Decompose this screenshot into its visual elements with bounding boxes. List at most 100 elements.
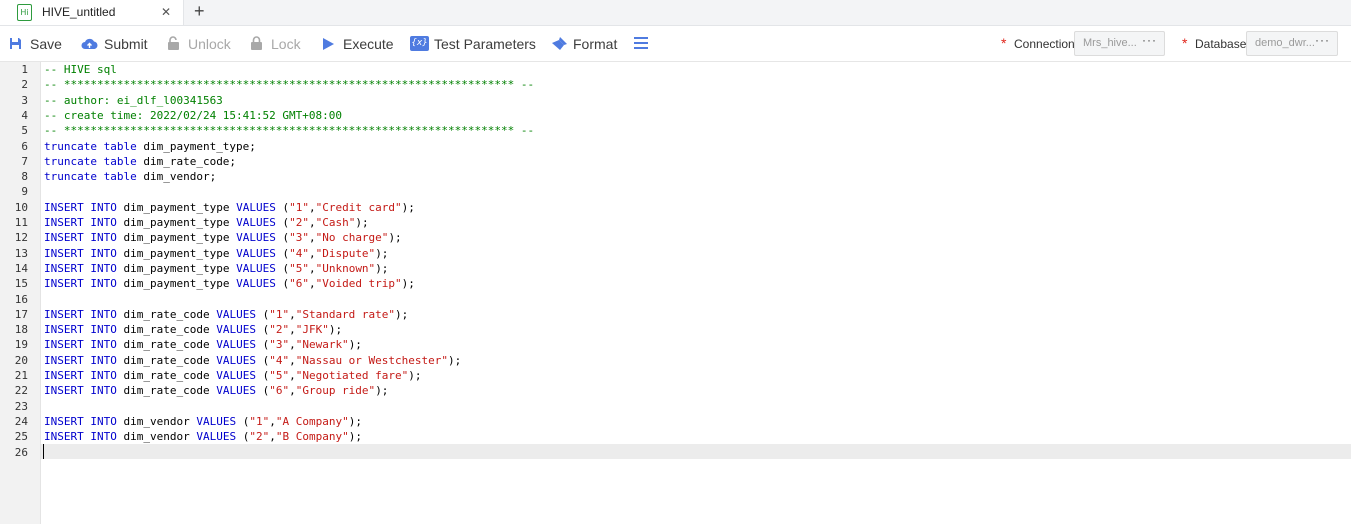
unlock-label: Unlock [188, 36, 231, 52]
code-token: , [289, 338, 296, 352]
line-number: 1 [21, 63, 28, 76]
code-token: ); [388, 231, 402, 245]
code-token: "Unknown" [315, 261, 376, 275]
code-token: ); [355, 216, 369, 229]
code-token: ); [401, 200, 415, 214]
code-line[interactable]: INSERT INTO dim_payment_type VALUES ("3"… [44, 231, 402, 244]
code-line[interactable]: truncate table dim_payment_type; [44, 140, 256, 153]
code-line[interactable]: INSERT INTO dim_rate_code VALUES ("2","J… [44, 323, 342, 336]
more-icon[interactable]: ··· [1142, 33, 1157, 47]
code-line[interactable]: truncate table dim_rate_code; [44, 155, 236, 168]
menu-icon[interactable] [634, 37, 648, 52]
code-line[interactable]: -- author: ei_dlf_l00341563 [44, 94, 223, 107]
code-line[interactable]: INSERT INTO dim_payment_type VALUES ("4"… [44, 247, 388, 260]
code-token: "1" [249, 414, 270, 428]
code-token: VALUES [216, 338, 256, 352]
code-token: dim_payment_type [116, 200, 237, 214]
code-token: "3" [289, 231, 309, 245]
cloud-upload-icon [81, 38, 98, 49]
code-token: dim_payment_type [116, 231, 237, 245]
code-token: VALUES [216, 323, 256, 337]
code-token: ); [395, 307, 409, 321]
code-token: INSERT INTO [44, 384, 117, 398]
database-select[interactable]: demo_dwr... ··· [1246, 31, 1338, 56]
code-token: ); [375, 384, 389, 398]
code-token: "Credit card" [315, 200, 402, 214]
lock-icon [251, 36, 262, 50]
code-token: truncate table [44, 139, 137, 153]
code-token: "Cash" [315, 216, 356, 229]
code-token: "3" [269, 338, 290, 352]
code-token: , [308, 200, 316, 214]
code-token: "2" [269, 323, 290, 337]
code-token: INSERT INTO [44, 430, 117, 444]
code-line[interactable]: INSERT INTO dim_payment_type VALUES ("1"… [44, 201, 415, 214]
code-token: INSERT INTO [44, 338, 117, 352]
line-number: 10 [14, 200, 28, 214]
submit-label: Submit [104, 36, 148, 52]
code-editor[interactable]: 1 2 3 4 5 6 7 8 9 10 11 12 13 14 15 16 17 18 19 20 21 22 23 24 2… [0, 62, 1351, 524]
lock-label: Lock [271, 36, 301, 52]
code-line[interactable]: INSERT INTO dim_rate_code VALUES ("6","G… [44, 384, 388, 397]
code-token: dim_rate_code [116, 307, 217, 321]
line-number: 18 [14, 323, 28, 337]
line-number: 14 [14, 261, 28, 275]
code-token: "6" [289, 277, 309, 291]
code-token: ( [255, 353, 270, 367]
code-line[interactable]: INSERT INTO dim_rate_code VALUES ("5","N… [44, 369, 422, 382]
code-token: VALUES [216, 307, 256, 321]
code-line[interactable]: INSERT INTO dim_rate_code VALUES ("3","N… [44, 338, 362, 351]
code-token: "Dispute" [315, 246, 376, 260]
code-token: truncate table [44, 154, 137, 168]
close-icon[interactable]: ✕ [161, 5, 171, 19]
code-token: INSERT INTO [44, 261, 117, 275]
line-number: 15 [14, 277, 28, 291]
tab-hive-untitled[interactable]: Hi HIVE_untitled ✕ [0, 0, 184, 25]
code-token: INSERT INTO [44, 246, 117, 260]
more-icon[interactable]: ··· [1315, 33, 1330, 47]
code-line[interactable]: truncate table dim_vendor; [44, 170, 216, 183]
line-number: 7 [21, 154, 28, 168]
code-token: , [289, 323, 296, 337]
code-line[interactable]: -- *************************************… [44, 124, 534, 137]
code-line[interactable]: INSERT INTO dim_rate_code VALUES ("1","S… [44, 308, 408, 321]
code-token: INSERT INTO [44, 200, 117, 214]
line-number: 22 [14, 384, 28, 398]
code-line[interactable]: INSERT INTO dim_payment_type VALUES ("5"… [44, 262, 388, 275]
format-brush-icon [552, 37, 567, 50]
code-line[interactable]: -- *************************************… [44, 78, 534, 91]
code-line[interactable]: INSERT INTO dim_rate_code VALUES ("4","N… [44, 354, 461, 367]
code-token: ( [275, 261, 290, 275]
connection-select[interactable]: Mrs_hive... ··· [1074, 31, 1165, 56]
code-token: VALUES [196, 430, 237, 444]
line-number: 8 [21, 170, 28, 184]
code-token: ); [348, 338, 362, 352]
code-token: ( [255, 384, 270, 398]
code-token: ( [255, 307, 270, 321]
database-value: demo_dwr... [1255, 37, 1315, 49]
database-required-mark: * [1182, 35, 1188, 51]
code-token: dim_vendor [116, 430, 197, 444]
code-line[interactable]: INSERT INTO dim_payment_type VALUES ("2"… [44, 216, 369, 229]
code-token: "Negotiated fare" [295, 369, 409, 382]
code-token: "Standard rate" [295, 307, 396, 321]
code-token: ); [408, 369, 422, 382]
add-tab-icon[interactable]: + [194, 1, 205, 22]
code-token: , [269, 430, 276, 444]
code-line[interactable]: -- create time: 2022/02/24 15:41:52 GMT+… [44, 109, 342, 122]
code-line[interactable]: INSERT INTO dim_vendor VALUES ("2","B Co… [44, 430, 362, 443]
code-token: "2" [289, 216, 309, 229]
line-number: 23 [14, 399, 28, 413]
code-token: "B Company" [275, 430, 349, 444]
code-token: dim_payment_type [116, 246, 237, 260]
line-number: 25 [14, 430, 28, 444]
code-token: ( [275, 231, 290, 245]
code-token: ( [275, 200, 290, 214]
code-line[interactable]: -- HIVE sql [44, 63, 117, 76]
code-line[interactable]: INSERT INTO dim_vendor VALUES ("1","A Co… [44, 415, 362, 428]
code-token: , [308, 231, 316, 245]
code-line[interactable]: INSERT INTO dim_payment_type VALUES ("6"… [44, 277, 415, 290]
code-token: dim_rate_code; [136, 154, 237, 168]
code-token: ( [255, 323, 270, 337]
line-number: 6 [21, 139, 28, 153]
